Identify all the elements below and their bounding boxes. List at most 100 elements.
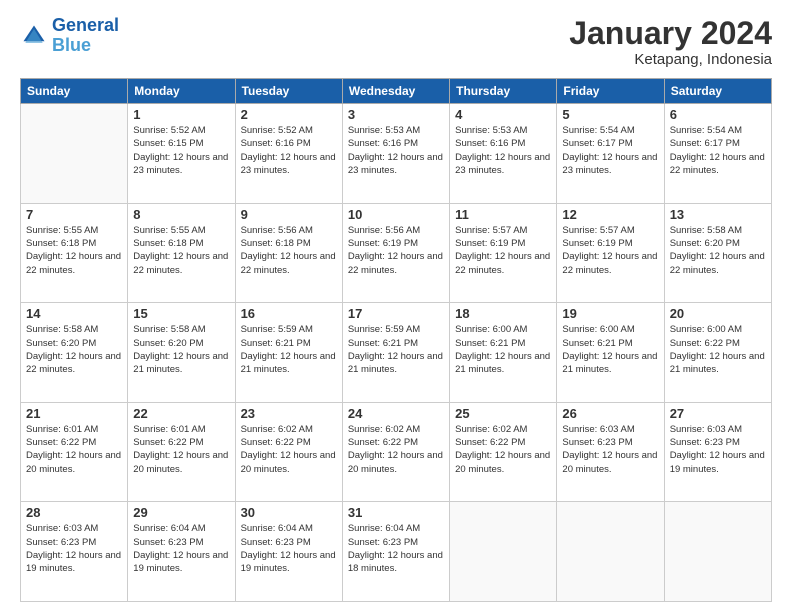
- day-number: 15: [133, 306, 229, 321]
- weekday-header-row: Sunday Monday Tuesday Wednesday Thursday…: [21, 79, 772, 104]
- header-tuesday: Tuesday: [235, 79, 342, 104]
- header: General Blue January 2024 Ketapang, Indo…: [20, 16, 772, 68]
- day-info: Sunrise: 5:56 AMSunset: 6:18 PMDaylight:…: [241, 224, 337, 277]
- day-cell: 4 Sunrise: 5:53 AMSunset: 6:16 PMDaylight…: [450, 104, 557, 204]
- day-number: 26: [562, 406, 658, 421]
- day-cell: 27 Sunrise: 6:03 AMSunset: 6:23 PMDayligh…: [664, 402, 771, 502]
- header-thursday: Thursday: [450, 79, 557, 104]
- day-number: 4: [455, 107, 551, 122]
- day-info: Sunrise: 5:52 AMSunset: 6:15 PMDaylight:…: [133, 124, 229, 177]
- day-cell: 1 Sunrise: 5:52 AMSunset: 6:15 PMDaylight…: [128, 104, 235, 204]
- day-number: 30: [241, 505, 337, 520]
- day-cell: 10Sunrise: 5:56 AMSunset: 6:19 PMDayligh…: [342, 203, 449, 303]
- day-cell: [664, 502, 771, 602]
- day-cell: 3 Sunrise: 5:53 AMSunset: 6:16 PMDaylight…: [342, 104, 449, 204]
- day-info: Sunrise: 6:01 AMSunset: 6:22 PMDaylight:…: [133, 423, 229, 476]
- day-number: 2: [241, 107, 337, 122]
- day-number: 11: [455, 207, 551, 222]
- day-number: 29: [133, 505, 229, 520]
- day-info: Sunrise: 6:04 AMSunset: 6:23 PMDaylight:…: [241, 522, 337, 575]
- calendar-table: Sunday Monday Tuesday Wednesday Thursday…: [20, 78, 772, 602]
- header-monday: Monday: [128, 79, 235, 104]
- day-info: Sunrise: 6:02 AMSunset: 6:22 PMDaylight:…: [241, 423, 337, 476]
- day-number: 22: [133, 406, 229, 421]
- day-number: 7: [26, 207, 122, 222]
- week-row-1: 7 Sunrise: 5:55 AMSunset: 6:18 PMDaylight…: [21, 203, 772, 303]
- week-row-2: 14 Sunrise: 5:58 AMSunset: 6:20 PMDayligh…: [21, 303, 772, 403]
- day-cell: [21, 104, 128, 204]
- day-cell: 26 Sunrise: 6:03 AMSunset: 6:23 PMDayligh…: [557, 402, 664, 502]
- day-info: Sunrise: 5:55 AMSunset: 6:18 PMDaylight:…: [133, 224, 229, 277]
- day-cell: 11Sunrise: 5:57 AMSunset: 6:19 PMDayligh…: [450, 203, 557, 303]
- title-block: January 2024 Ketapang, Indonesia: [569, 16, 772, 68]
- day-number: 14: [26, 306, 122, 321]
- day-info: Sunrise: 5:53 AMSunset: 6:16 PMDaylight:…: [455, 124, 551, 177]
- day-number: 17: [348, 306, 444, 321]
- day-cell: 29 Sunrise: 6:04 AMSunset: 6:23 PMDayligh…: [128, 502, 235, 602]
- day-number: 24: [348, 406, 444, 421]
- day-cell: 22 Sunrise: 6:01 AMSunset: 6:22 PMDayligh…: [128, 402, 235, 502]
- day-number: 23: [241, 406, 337, 421]
- day-info: Sunrise: 6:01 AMSunset: 6:22 PMDaylight:…: [26, 423, 122, 476]
- day-cell: 25 Sunrise: 6:02 AMSunset: 6:22 PMDayligh…: [450, 402, 557, 502]
- day-number: 21: [26, 406, 122, 421]
- day-number: 12: [562, 207, 658, 222]
- day-cell: 5Sunrise: 5:54 AMSunset: 6:17 PMDaylight…: [557, 104, 664, 204]
- day-cell: 24Sunrise: 6:02 AMSunset: 6:22 PMDayligh…: [342, 402, 449, 502]
- day-cell: 20Sunrise: 6:00 AMSunset: 6:22 PMDayligh…: [664, 303, 771, 403]
- day-cell: 18 Sunrise: 6:00 AMSunset: 6:21 PMDayligh…: [450, 303, 557, 403]
- day-number: 27: [670, 406, 766, 421]
- day-cell: 17 Sunrise: 5:59 AMSunset: 6:21 PMDayligh…: [342, 303, 449, 403]
- day-info: Sunrise: 6:00 AMSunset: 6:21 PMDaylight:…: [455, 323, 551, 376]
- day-info: Sunrise: 6:04 AMSunset: 6:23 PMDaylight:…: [133, 522, 229, 575]
- week-row-4: 28 Sunrise: 6:03 AMSunset: 6:23 PMDayligh…: [21, 502, 772, 602]
- day-number: 25: [455, 406, 551, 421]
- day-number: 1: [133, 107, 229, 122]
- day-info: Sunrise: 5:59 AMSunset: 6:21 PMDaylight:…: [241, 323, 337, 376]
- day-number: 6: [670, 107, 766, 122]
- day-number: 19: [562, 306, 658, 321]
- day-info: Sunrise: 6:03 AMSunset: 6:23 PMDaylight:…: [670, 423, 766, 476]
- day-cell: 6 Sunrise: 5:54 AMSunset: 6:17 PMDaylight…: [664, 104, 771, 204]
- day-info: Sunrise: 6:03 AMSunset: 6:23 PMDaylight:…: [26, 522, 122, 575]
- day-cell: 23 Sunrise: 6:02 AMSunset: 6:22 PMDayligh…: [235, 402, 342, 502]
- day-info: Sunrise: 5:59 AMSunset: 6:21 PMDaylight:…: [348, 323, 444, 376]
- day-info: Sunrise: 6:03 AMSunset: 6:23 PMDaylight:…: [562, 423, 658, 476]
- day-info: Sunrise: 6:02 AMSunset: 6:22 PMDaylight:…: [455, 423, 551, 476]
- day-number: 31: [348, 505, 444, 520]
- logo: General Blue: [20, 16, 119, 56]
- day-cell: 19 Sunrise: 6:00 AMSunset: 6:21 PMDayligh…: [557, 303, 664, 403]
- day-info: Sunrise: 5:57 AMSunset: 6:19 PMDaylight:…: [562, 224, 658, 277]
- week-row-0: 1 Sunrise: 5:52 AMSunset: 6:15 PMDaylight…: [21, 104, 772, 204]
- day-number: 8: [133, 207, 229, 222]
- day-cell: 21 Sunrise: 6:01 AMSunset: 6:22 PMDayligh…: [21, 402, 128, 502]
- day-cell: 28 Sunrise: 6:03 AMSunset: 6:23 PMDayligh…: [21, 502, 128, 602]
- header-friday: Friday: [557, 79, 664, 104]
- day-info: Sunrise: 6:00 AMSunset: 6:22 PMDaylight:…: [670, 323, 766, 376]
- day-cell: 14Sunrise: 5:58 AMSunset: 6:20 PMDayligh…: [21, 303, 128, 403]
- day-number: 13: [670, 207, 766, 222]
- day-cell: 30 Sunrise: 6:04 AMSunset: 6:23 PMDayligh…: [235, 502, 342, 602]
- month-title: January 2024: [569, 16, 772, 51]
- day-number: 28: [26, 505, 122, 520]
- day-info: Sunrise: 5:54 AMSunset: 6:17 PMDaylight:…: [670, 124, 766, 177]
- header-sunday: Sunday: [21, 79, 128, 104]
- day-info: Sunrise: 5:55 AMSunset: 6:18 PMDaylight:…: [26, 224, 122, 277]
- calendar-body: 1 Sunrise: 5:52 AMSunset: 6:15 PMDaylight…: [21, 104, 772, 602]
- day-number: 9: [241, 207, 337, 222]
- day-number: 18: [455, 306, 551, 321]
- header-wednesday: Wednesday: [342, 79, 449, 104]
- day-cell: 7 Sunrise: 5:55 AMSunset: 6:18 PMDaylight…: [21, 203, 128, 303]
- day-cell: 31Sunrise: 6:04 AMSunset: 6:23 PMDayligh…: [342, 502, 449, 602]
- day-info: Sunrise: 6:00 AMSunset: 6:21 PMDaylight:…: [562, 323, 658, 376]
- day-cell: 2Sunrise: 5:52 AMSunset: 6:16 PMDaylight…: [235, 104, 342, 204]
- week-row-3: 21 Sunrise: 6:01 AMSunset: 6:22 PMDayligh…: [21, 402, 772, 502]
- day-number: 3: [348, 107, 444, 122]
- day-info: Sunrise: 5:58 AMSunset: 6:20 PMDaylight:…: [133, 323, 229, 376]
- logo-text: General Blue: [52, 16, 119, 56]
- day-info: Sunrise: 5:56 AMSunset: 6:19 PMDaylight:…: [348, 224, 444, 277]
- day-number: 16: [241, 306, 337, 321]
- day-info: Sunrise: 5:53 AMSunset: 6:16 PMDaylight:…: [348, 124, 444, 177]
- day-info: Sunrise: 5:58 AMSunset: 6:20 PMDaylight:…: [670, 224, 766, 277]
- location: Ketapang, Indonesia: [569, 51, 772, 68]
